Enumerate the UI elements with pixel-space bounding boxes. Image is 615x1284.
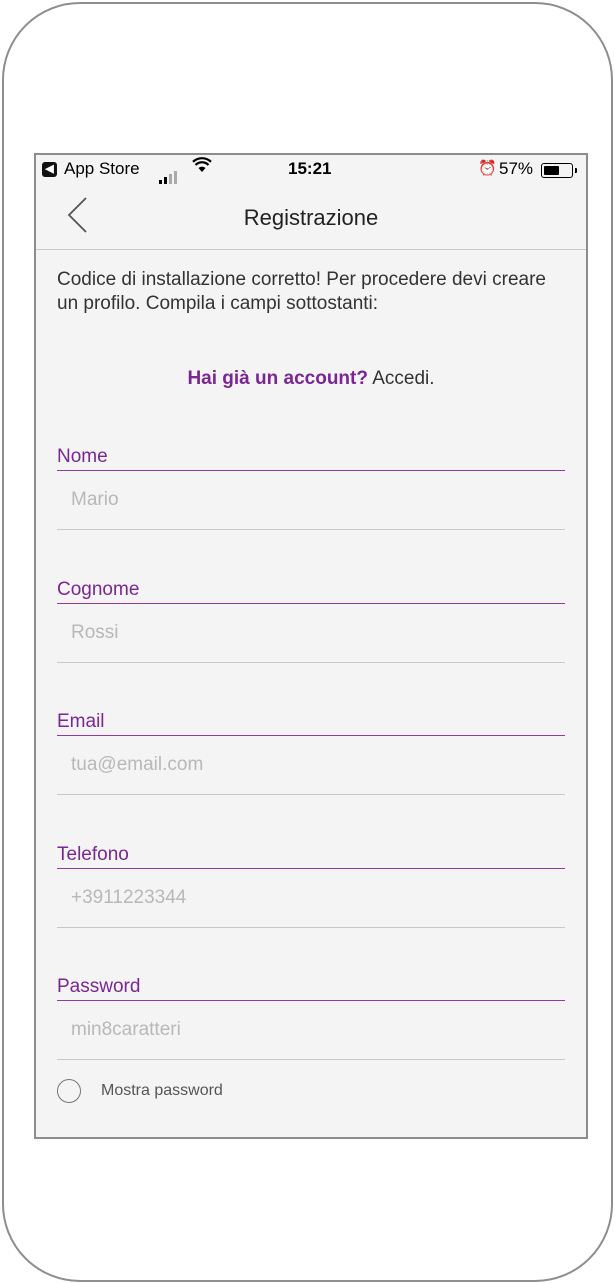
wifi-icon	[192, 157, 212, 178]
field-divider	[57, 1059, 565, 1060]
field-divider	[57, 794, 565, 795]
nome-label: Nome	[57, 446, 108, 467]
telefono-field: Telefono	[57, 843, 565, 928]
cognome-field: Cognome	[57, 578, 565, 663]
nome-field: Nome	[57, 445, 565, 530]
cognome-label: Cognome	[57, 579, 140, 600]
login-question: Hai già un account?	[187, 368, 368, 389]
show-password-radio[interactable]	[57, 1079, 81, 1103]
status-bar: ◀ App Store 15:21 ⏰ 57%	[36, 155, 586, 185]
show-password-label: Mostra password	[101, 1082, 223, 1099]
cellular-signal-icon	[159, 164, 179, 184]
battery-icon	[541, 163, 577, 178]
nome-input[interactable]	[57, 471, 565, 529]
navigation-bar: Registrazione	[36, 185, 586, 250]
field-divider	[57, 927, 565, 928]
email-field: Email	[57, 710, 565, 795]
back-to-app-label[interactable]: App Store	[64, 159, 140, 179]
password-label: Password	[57, 976, 141, 997]
page-title: Registrazione	[243, 205, 379, 230]
app-screen: ◀ App Store 15:21 ⏰ 57% Registrazione Co…	[34, 153, 588, 1139]
cognome-input[interactable]	[57, 604, 565, 662]
back-to-app-icon[interactable]: ◀	[42, 162, 57, 177]
telefono-label: Telefono	[57, 844, 129, 865]
battery-percent: 57%	[499, 159, 534, 178]
login-link[interactable]: Hai già un account? Accedi.	[187, 368, 434, 389]
email-input[interactable]	[57, 736, 565, 794]
status-time: 15:21	[288, 159, 332, 178]
phone-frame: ◀ App Store 15:21 ⏰ 57% Registrazione Co…	[2, 2, 613, 1282]
battery-nub	[575, 168, 577, 173]
field-divider	[57, 662, 565, 663]
field-divider	[57, 529, 565, 530]
password-input[interactable]	[57, 1001, 565, 1059]
alarm-clock-icon: ⏰	[478, 160, 497, 177]
battery-level-fill	[544, 166, 559, 175]
login-prompt: Hai già un account? Accedi.	[36, 368, 586, 390]
login-action: Accedi.	[372, 368, 435, 389]
telefono-input[interactable]	[57, 869, 565, 927]
intro-message: Codice di installazione corretto! Per pr…	[57, 269, 546, 314]
email-label: Email	[57, 711, 105, 732]
password-field: Password	[57, 975, 565, 1060]
